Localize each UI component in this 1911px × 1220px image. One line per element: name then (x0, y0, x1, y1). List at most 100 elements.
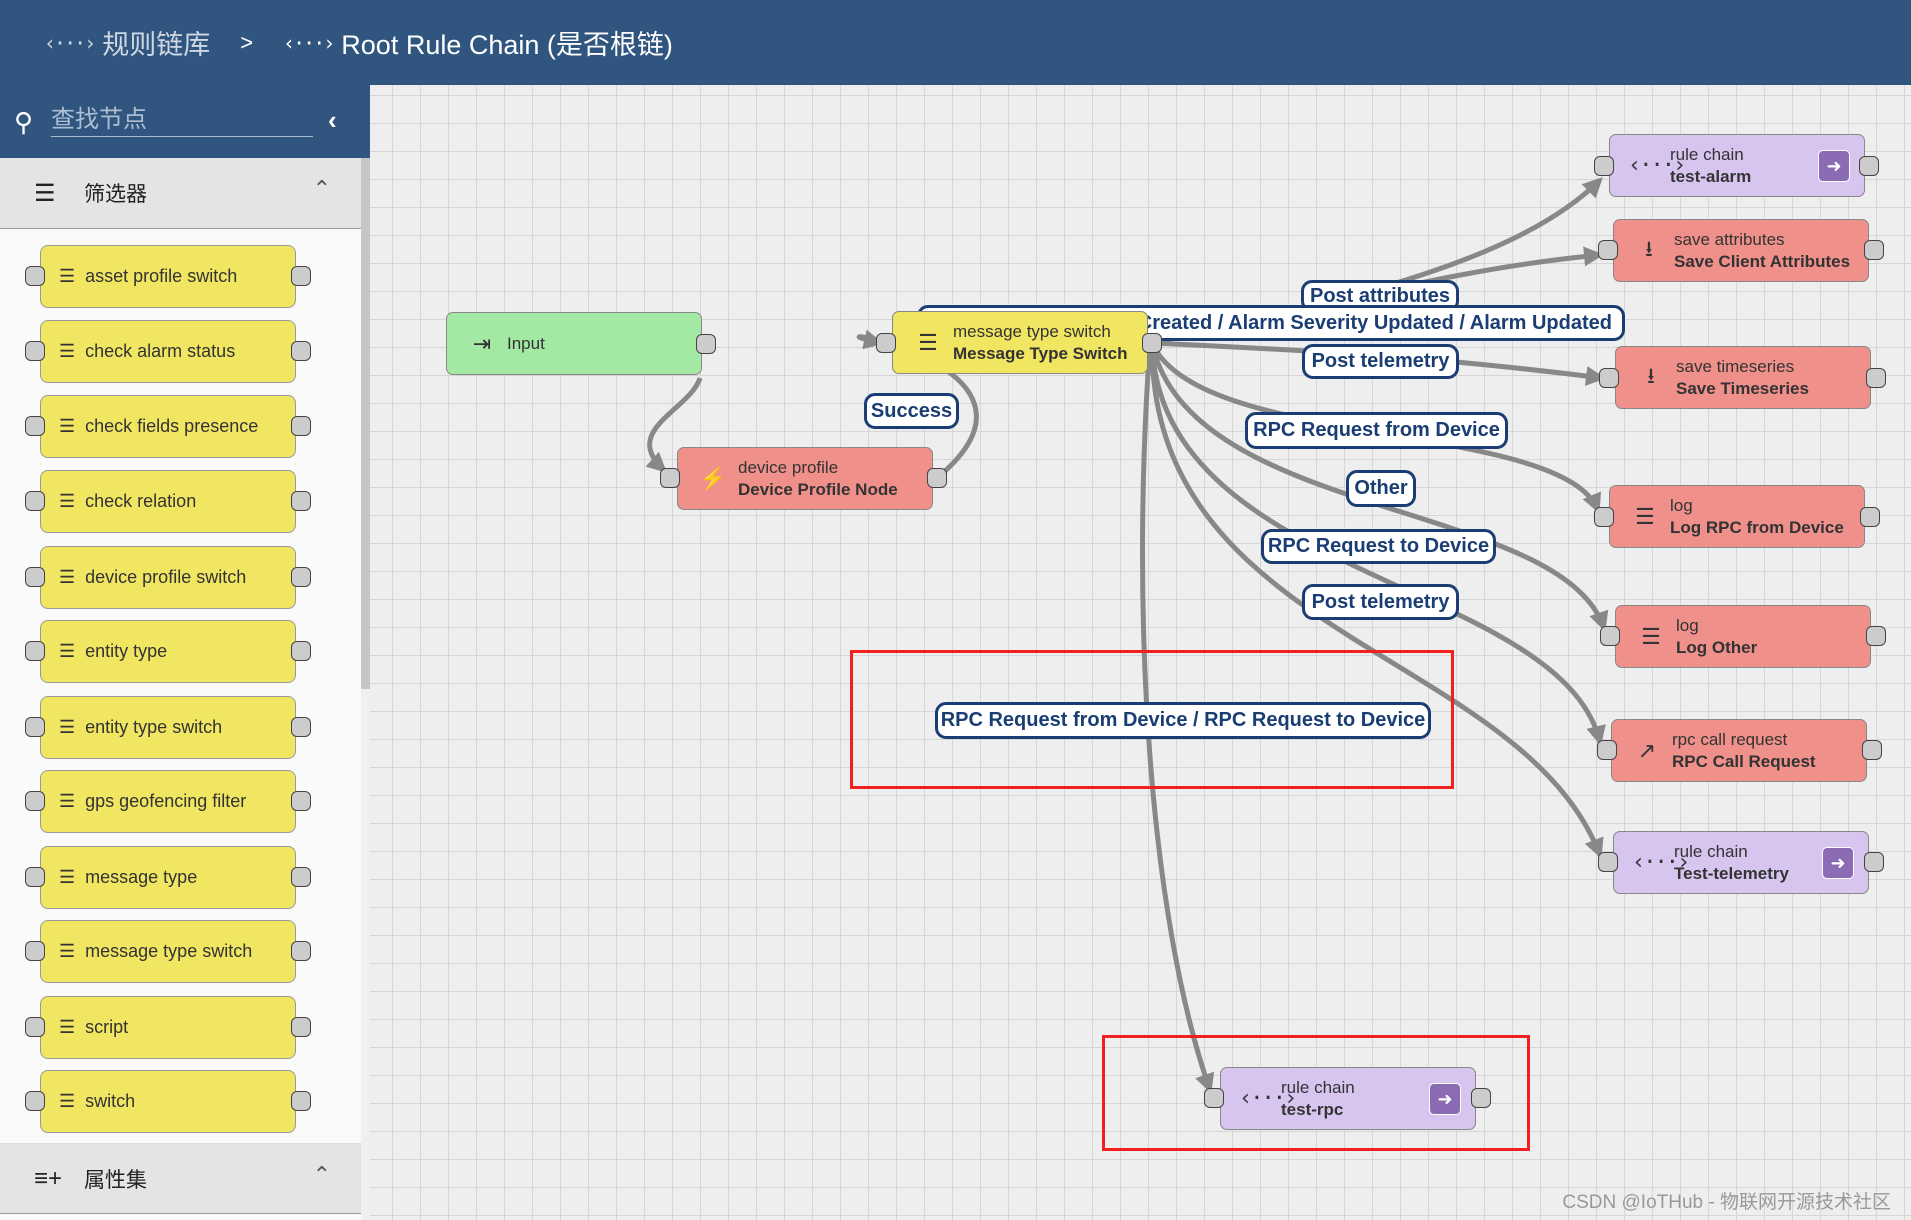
node-save-attributes[interactable]: ⭳ save attributes Save Client Attributes (1613, 219, 1869, 282)
node-type: message type switch (953, 321, 1111, 341)
node-port[interactable] (1599, 368, 1619, 388)
node-port[interactable] (1597, 740, 1617, 760)
breadcrumb-rule-chains[interactable]: ‹···› 规则链库 (44, 23, 210, 62)
port-in (25, 416, 45, 436)
library-node-label: message type (85, 867, 198, 887)
node-port[interactable] (1864, 240, 1884, 260)
chevron-up-icon[interactable]: ⌃ (313, 176, 331, 202)
section-attributes[interactable]: ≡+ 属性集 ⌃ (0, 1143, 361, 1214)
node-port[interactable] (1862, 740, 1882, 760)
port-in (25, 791, 45, 811)
edge-label-other[interactable]: Other (1346, 470, 1416, 507)
node-port[interactable] (1866, 626, 1886, 646)
breadcrumb-root-rule-chain: ‹···› Root Rule Chain (是否根链) (283, 23, 673, 62)
library-node-label: device profile switch (85, 567, 247, 587)
port-out (291, 567, 311, 587)
node-message-type-switch[interactable]: ☰ message type switch Message Type Switch (892, 311, 1148, 374)
port-in (25, 266, 45, 286)
port-in (25, 641, 45, 661)
port-out (291, 1017, 311, 1037)
library-node-item[interactable]: ☰ check relation (40, 470, 296, 533)
port-out (291, 641, 311, 661)
node-port[interactable] (876, 333, 896, 353)
node-name: Test-telemetry (1674, 863, 1789, 883)
library-node-item[interactable]: ☰ gps geofencing filter (40, 770, 296, 833)
port-out (291, 791, 311, 811)
port-in (25, 341, 45, 361)
section-filter[interactable]: ☰ 筛选器 ⌃ (0, 158, 361, 229)
node-log-rpc[interactable]: ☰ log Log RPC from Device (1609, 485, 1865, 548)
library-node-item[interactable]: ☰ message type (40, 846, 296, 909)
edge-label-rpc-to-device[interactable]: RPC Request to Device (1261, 529, 1496, 564)
node-port[interactable] (1598, 852, 1618, 872)
port-in (25, 567, 45, 587)
node-port[interactable] (927, 468, 947, 488)
rule-chain-icon: ‹···› (1632, 850, 1690, 875)
port-out (291, 266, 311, 286)
node-port[interactable] (696, 334, 716, 354)
node-name: Save Client Attributes (1674, 251, 1851, 271)
node-log-other[interactable]: ☰ log Log Other (1615, 605, 1871, 668)
open-rule-chain-icon[interactable]: ➜ (1818, 150, 1850, 182)
filter-icon: ☰ (59, 641, 76, 661)
library-node-item[interactable]: ☰ device profile switch (40, 546, 296, 609)
collapse-sidebar-button[interactable]: ‹ (328, 105, 337, 136)
node-port[interactable] (1594, 156, 1614, 176)
library-node-item[interactable]: ☰ entity type (40, 620, 296, 683)
section-title: 筛选器 (84, 183, 147, 206)
search-icon: ⚲ (14, 107, 34, 137)
node-port[interactable] (1866, 368, 1886, 388)
node-name: Save Timeseries (1676, 378, 1809, 398)
page-title: Root Rule Chain (是否根链) (341, 30, 673, 60)
port-in (25, 1017, 45, 1037)
node-port[interactable] (1594, 507, 1614, 527)
menu-lines-icon: ☰ (1635, 503, 1655, 529)
highlight-box (850, 650, 1454, 789)
port-out (291, 941, 311, 961)
library-node-label: check alarm status (85, 341, 236, 361)
node-port[interactable] (1864, 852, 1884, 872)
open-rule-chain-icon[interactable]: ➜ (1822, 847, 1854, 879)
library-node-item[interactable]: ☰ check fields presence (40, 395, 296, 458)
filter-icon: ☰ (59, 266, 76, 286)
node-device-profile[interactable]: ⚡ device profile Device Profile Node (677, 447, 933, 510)
header: ‹···› 规则链库 > ‹···› Root Rule Chain (是否根链) (0, 0, 1911, 85)
sidebar-scrollbar[interactable] (361, 158, 370, 1220)
upload-icon: ⭳ (1645, 235, 1653, 261)
node-port[interactable] (1142, 333, 1162, 353)
node-port[interactable] (1600, 626, 1620, 646)
library-node-label: asset profile switch (85, 266, 238, 286)
port-out (291, 491, 311, 511)
node-type: device profile (738, 457, 839, 477)
library-node-item[interactable]: ☰ switch (40, 1070, 296, 1133)
node-port[interactable] (660, 468, 680, 488)
library-node-label: entity type (85, 641, 168, 661)
library-node-item[interactable]: ☰ message type switch (40, 920, 296, 983)
breadcrumb-separator: > (240, 29, 254, 55)
node-name: Log RPC from Device (1670, 517, 1844, 537)
node-rpc-call-request[interactable]: ↗ rpc call request RPC Call Request (1611, 719, 1867, 782)
library-node-item[interactable]: ☰ check alarm status (40, 320, 296, 383)
edge-label-rpc-from-device[interactable]: RPC Request from Device (1245, 412, 1508, 449)
filter-icon: ☰ (59, 416, 76, 436)
node-input[interactable]: ⇥ Input (446, 312, 702, 375)
library-node-item[interactable]: ☰ entity type switch (40, 696, 296, 759)
edge-label-success[interactable]: Success (864, 393, 959, 429)
node-save-timeseries[interactable]: ⭳ save timeseries Save Timeseries (1615, 346, 1871, 409)
search-input[interactable] (51, 103, 313, 137)
port-out (291, 1091, 311, 1111)
filter-icon: ☰ (34, 179, 56, 207)
node-port[interactable] (1859, 156, 1879, 176)
edge-label-post-telemetry-2[interactable]: Post telemetry (1302, 584, 1459, 620)
chevron-up-icon[interactable]: ⌃ (313, 1162, 331, 1188)
library-node-item[interactable]: ☰ script (40, 996, 296, 1059)
node-rule-chain-test-alarm[interactable]: ‹···› rule chain test-alarm ➜ (1609, 134, 1865, 197)
node-type: rpc call request (1672, 729, 1788, 749)
section-title: 属性集 (84, 1168, 147, 1192)
edge-label-post-telemetry[interactable]: Post telemetry (1302, 344, 1459, 379)
node-port[interactable] (1860, 507, 1880, 527)
library-node-item[interactable]: ☰ asset profile switch (40, 245, 296, 308)
node-port[interactable] (1598, 240, 1618, 260)
node-rule-chain-test-telemetry[interactable]: ‹···› rule chain Test-telemetry ➜ (1613, 831, 1869, 894)
scrollbar-thumb[interactable] (361, 158, 370, 689)
